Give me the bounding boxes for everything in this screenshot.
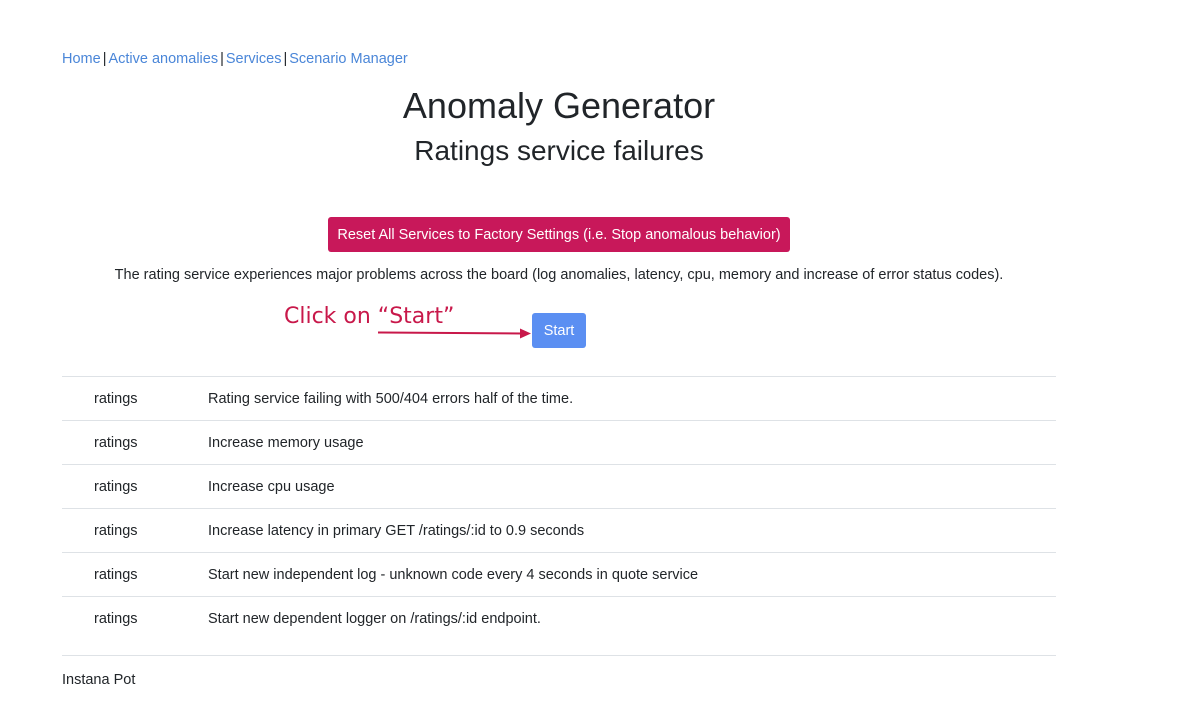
service-cell: ratings [94, 434, 138, 451]
action-cell: Rating service failing with 500/404 erro… [208, 390, 574, 407]
action-cell: Increase memory usage [208, 434, 364, 451]
table-row: ratings Start new independent log - unkn… [62, 552, 1056, 596]
action-cell: Increase latency in primary GET /ratings… [208, 522, 585, 539]
footer-text: Instana Pot [62, 672, 136, 688]
nav-link-active-anomalies[interactable]: Active anomalies [108, 51, 218, 67]
service-cell: ratings [94, 610, 138, 627]
action-cell: Increase cpu usage [208, 478, 335, 495]
table-row: ratings Rating service failing with 500/… [62, 376, 1056, 420]
reset-all-services-button[interactable]: Reset All Services to Factory Settings (… [328, 217, 790, 252]
table-row: ratings Increase cpu usage [62, 464, 1056, 508]
footer-divider [62, 655, 1056, 656]
nav-separator: | [220, 51, 224, 67]
arrow-right-icon [377, 328, 531, 339]
anomaly-table: ratings Rating service failing with 500/… [62, 376, 1056, 640]
service-cell: ratings [94, 390, 138, 407]
nav-link-scenario-manager[interactable]: Scenario Manager [289, 51, 408, 67]
table-row: ratings Increase memory usage [62, 420, 1056, 464]
page-subtitle: Ratings service failures [414, 135, 704, 166]
nav-link-home[interactable]: Home [62, 51, 101, 67]
start-button[interactable]: Start [532, 313, 586, 348]
action-cell: Start new dependent logger on /ratings/:… [208, 610, 541, 627]
service-cell: ratings [94, 522, 138, 539]
service-cell: ratings [94, 478, 138, 495]
table-row: ratings Start new dependent logger on /r… [62, 596, 1056, 640]
action-cell: Start new independent log - unknown code… [208, 566, 699, 583]
service-cell: ratings [94, 566, 138, 583]
nav-link-services[interactable]: Services [226, 51, 282, 67]
click-start-annotation: Click on “Start” [284, 300, 534, 344]
scenario-description: The rating service experiences major pro… [114, 267, 1004, 283]
breadcrumb-nav: Home | Active anomalies | Services | Scenario … [62, 50, 408, 68]
page-title: Anomaly Generator [402, 85, 716, 126]
table-row: ratings Increase latency in primary GET … [62, 508, 1056, 552]
